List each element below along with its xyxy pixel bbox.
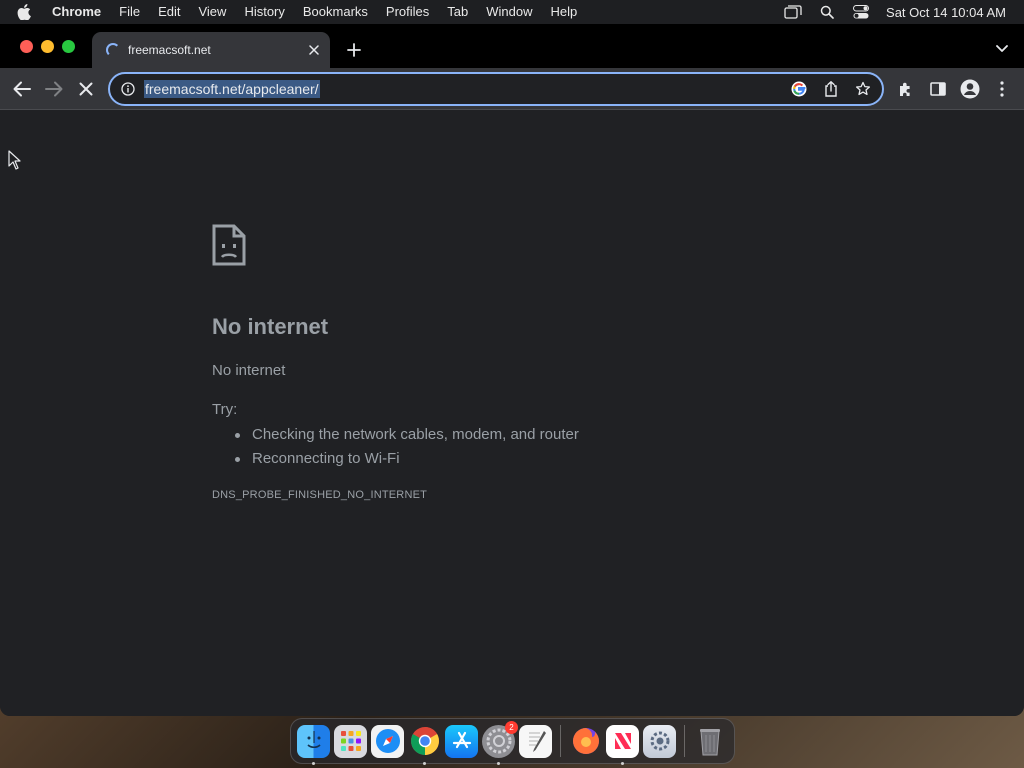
- menu-history[interactable]: History: [235, 0, 293, 24]
- dock-separator: [560, 725, 561, 757]
- running-indicator: [497, 761, 500, 765]
- menu-profiles[interactable]: Profiles: [377, 0, 438, 24]
- apple-menu-icon[interactable]: [0, 4, 48, 20]
- menu-app-name[interactable]: Chrome: [48, 0, 110, 24]
- safari-icon[interactable]: [371, 724, 404, 758]
- tab-strip: freemacsoft.net: [0, 24, 1024, 68]
- site-info-icon[interactable]: [120, 81, 136, 97]
- page-content: No internet No internet Try: Checking th…: [0, 110, 1024, 716]
- side-panel-icon[interactable]: [922, 73, 954, 105]
- browser-tab[interactable]: freemacsoft.net: [92, 32, 330, 68]
- error-title: No internet: [212, 314, 329, 339]
- control-center-icon[interactable]: [844, 0, 878, 24]
- forward-button[interactable]: [38, 73, 70, 105]
- running-indicator: [312, 761, 315, 765]
- menu-clock[interactable]: Sat Oct 14 10:04 AM: [878, 5, 1024, 20]
- extensions-puzzle-icon[interactable]: [890, 73, 922, 105]
- window-controls: [20, 40, 75, 53]
- firefox-icon[interactable]: [569, 725, 602, 758]
- sad-page-icon: [212, 224, 246, 266]
- google-lens-icon[interactable]: [788, 78, 810, 100]
- window-minimize-button[interactable]: [41, 40, 54, 53]
- new-tab-button[interactable]: [343, 39, 365, 61]
- tab-close-icon[interactable]: [306, 42, 322, 58]
- menu-file[interactable]: File: [110, 0, 149, 24]
- finder-icon[interactable]: [297, 724, 330, 765]
- settings-utility-icon[interactable]: [643, 724, 676, 758]
- suggestion-item: Checking the network cables, modem, and …: [232, 423, 579, 447]
- dock-separator: [684, 725, 685, 757]
- menu-tab[interactable]: Tab: [438, 0, 477, 24]
- suggestion-item: Reconnecting to Wi-Fi: [232, 447, 579, 471]
- menu-window[interactable]: Window: [477, 0, 541, 24]
- address-bar-url[interactable]: freemacsoft.net/appcleaner/: [144, 80, 320, 98]
- running-indicator: [621, 761, 624, 765]
- stop-loading-button[interactable]: [70, 73, 102, 105]
- menu-bar: Chrome File Edit View History Bookmarks …: [0, 0, 1024, 24]
- tab-search-chevron-icon[interactable]: [994, 41, 1010, 57]
- browser-toolbar: freemacsoft.net/appcleaner/: [0, 68, 1024, 110]
- menu-view[interactable]: View: [189, 0, 235, 24]
- dock: 2: [290, 718, 735, 765]
- suggestion-list: Checking the network cables, modem, and …: [232, 423, 579, 471]
- error-code: DNS_PROBE_FINISHED_NO_INTERNET: [212, 489, 428, 501]
- launchpad-icon[interactable]: [334, 724, 367, 758]
- mouse-cursor-icon: [8, 150, 21, 170]
- profile-avatar-icon[interactable]: [954, 73, 986, 105]
- menu-help[interactable]: Help: [542, 0, 587, 24]
- share-icon[interactable]: [820, 78, 842, 100]
- try-label: Try:: [212, 401, 238, 418]
- tab-title: freemacsoft.net: [128, 43, 211, 57]
- textedit-icon[interactable]: [519, 724, 552, 758]
- back-button[interactable]: [6, 73, 38, 105]
- window-close-button[interactable]: [20, 40, 33, 53]
- loading-spinner-icon: [106, 43, 120, 57]
- news-icon[interactable]: [606, 724, 639, 765]
- menu-bookmarks[interactable]: Bookmarks: [294, 0, 377, 24]
- system-preferences-icon[interactable]: 2: [482, 720, 518, 765]
- app-store-icon[interactable]: [445, 724, 478, 758]
- chrome-icon[interactable]: [408, 725, 441, 765]
- kebab-menu-icon[interactable]: [986, 73, 1018, 105]
- trash-icon[interactable]: [693, 725, 726, 758]
- spotlight-search-icon[interactable]: [810, 0, 844, 24]
- running-indicator: [423, 761, 426, 765]
- browser-window: freemacsoft.net freemacsoft.net/appclean…: [0, 24, 1024, 716]
- bookmark-star-icon[interactable]: [852, 78, 874, 100]
- error-subtitle: No internet: [212, 362, 286, 379]
- address-bar[interactable]: freemacsoft.net/appcleaner/: [108, 72, 884, 106]
- notification-badge: 2: [505, 720, 518, 734]
- menu-edit[interactable]: Edit: [149, 0, 189, 24]
- window-zoom-button[interactable]: [62, 40, 75, 53]
- screen-mirroring-icon[interactable]: [776, 0, 810, 24]
